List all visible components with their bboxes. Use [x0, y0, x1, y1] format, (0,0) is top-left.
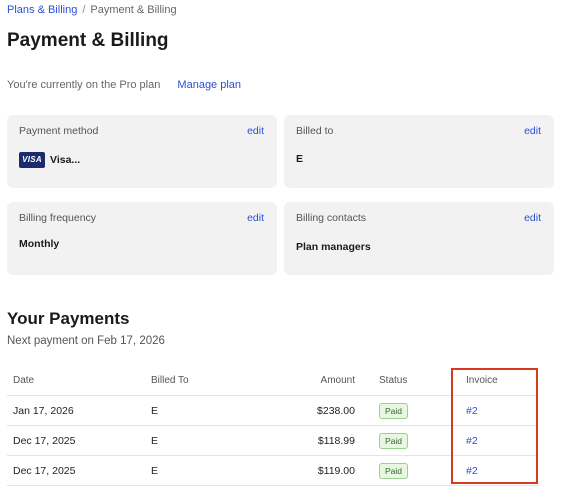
payment-method-text: Visa... — [50, 154, 81, 166]
payment-date: Dec 17, 2025 — [13, 465, 76, 477]
column-header-status: Status — [379, 375, 408, 386]
billing-frequency-label: Billing frequency — [19, 212, 97, 224]
table-header-row: Date Billed To Amount Status Invoice — [7, 368, 539, 396]
billed-to-value: E — [296, 153, 304, 165]
page-title: Payment & Billing — [7, 30, 169, 51]
invoice-link[interactable]: #2 — [466, 426, 478, 456]
billed-to-edit-link[interactable]: edit — [524, 125, 541, 137]
payment-amount: $118.99 — [317, 435, 355, 447]
payment-billed-to: E — [151, 435, 159, 447]
billing-contacts-label: Billing contacts — [296, 212, 367, 224]
payment-status-cell: Paid — [379, 456, 409, 486]
status-badge: Paid — [379, 463, 409, 479]
payment-billed-to: E — [151, 465, 159, 477]
billing-contacts-edit-link[interactable]: edit — [524, 212, 541, 224]
table-row: Dec 17, 2025 E $118.99 Paid #2 — [7, 426, 539, 456]
payments-section-title: Your Payments — [7, 309, 130, 328]
breadcrumb-link-plans-billing[interactable]: Plans & Billing — [7, 4, 77, 16]
manage-plan-link[interactable]: Manage plan — [177, 79, 241, 91]
billing-frequency-edit-link[interactable]: edit — [247, 212, 264, 224]
payment-status-cell: Paid — [379, 426, 409, 456]
payments-table: Date Billed To Amount Status Invoice Jan… — [7, 368, 539, 486]
column-header-billed-to: Billed To — [151, 375, 189, 386]
billing-frequency-value: Monthly — [19, 238, 60, 250]
breadcrumb: Plans & Billing / Payment & Billing — [7, 4, 177, 16]
column-header-date: Date — [13, 375, 35, 386]
payment-date: Dec 17, 2025 — [13, 435, 76, 447]
invoice-link[interactable]: #2 — [466, 456, 478, 486]
payment-amount: $119.00 — [317, 465, 355, 477]
breadcrumb-current: Payment & Billing — [90, 4, 177, 16]
payment-method-card: Payment method edit VISA Visa... — [7, 115, 277, 188]
payment-date: Jan 17, 2026 — [13, 405, 74, 417]
billing-contacts-card: Billing contacts edit Plan managers — [284, 202, 554, 275]
payment-status-cell: Paid — [379, 396, 409, 426]
invoice-link[interactable]: #2 — [466, 396, 478, 426]
table-row: Jan 17, 2026 E $238.00 Paid #2 — [7, 396, 539, 426]
payment-billed-to: E — [151, 405, 159, 417]
current-plan-text: You're currently on the Pro plan — [7, 79, 161, 91]
payment-method-value: VISA Visa... — [19, 152, 80, 168]
billing-frequency-card: Billing frequency edit Monthly — [7, 202, 277, 275]
billed-to-label: Billed to — [296, 125, 334, 137]
next-payment-text: Next payment on Feb 17, 2026 — [7, 335, 165, 347]
billed-to-card: Billed to edit E — [284, 115, 554, 188]
plan-row: You're currently on the Pro plan Manage … — [7, 79, 241, 91]
breadcrumb-separator: / — [82, 4, 86, 16]
column-header-amount: Amount — [320, 375, 355, 386]
status-badge: Paid — [379, 403, 409, 419]
billing-contacts-value: Plan managers — [296, 241, 371, 253]
status-badge: Paid — [379, 433, 409, 449]
payment-method-label: Payment method — [19, 125, 99, 137]
column-header-invoice: Invoice — [466, 375, 498, 386]
payment-method-edit-link[interactable]: edit — [247, 125, 264, 137]
payment-amount: $238.00 — [317, 405, 355, 417]
table-row: Dec 17, 2025 E $119.00 Paid #2 — [7, 456, 539, 486]
visa-card-icon: VISA — [19, 152, 45, 168]
